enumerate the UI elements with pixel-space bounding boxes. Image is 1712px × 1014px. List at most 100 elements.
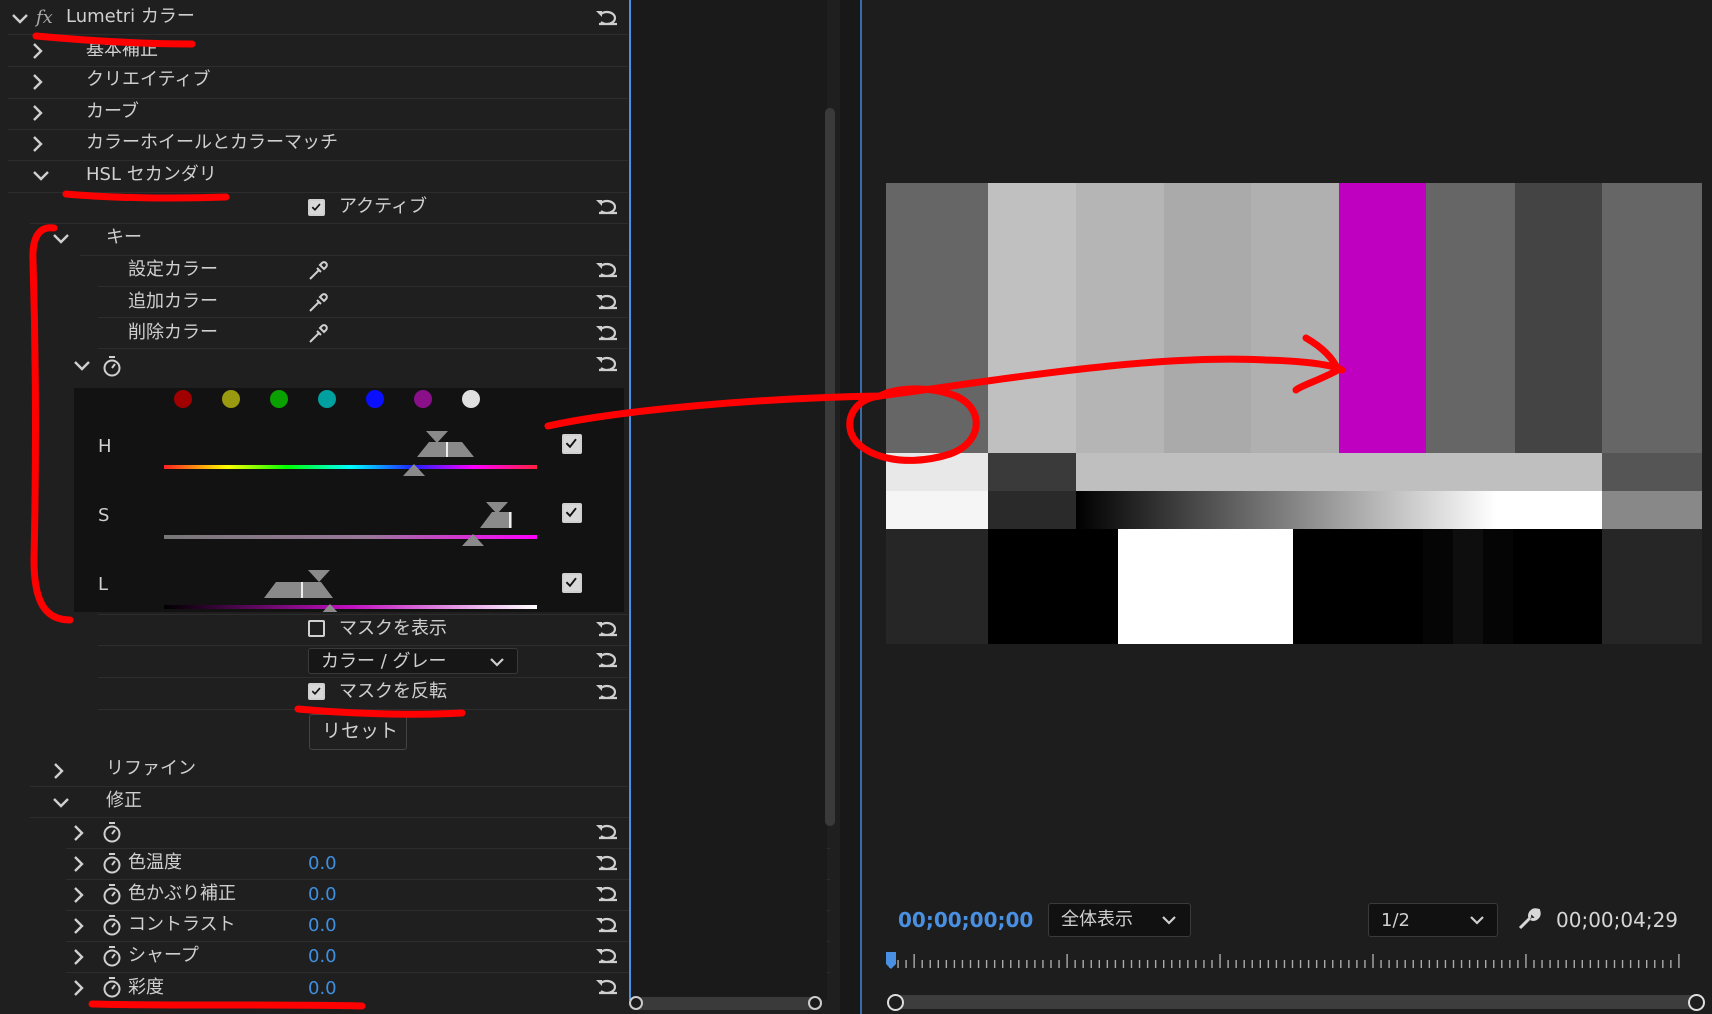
reset-icon[interactable] — [593, 853, 623, 875]
reset-icon[interactable] — [593, 323, 623, 345]
chevron-down-icon — [1470, 916, 1484, 925]
stopwatch-icon[interactable] — [101, 975, 123, 999]
wrench-icon[interactable] — [1516, 906, 1542, 932]
chevron-right-icon[interactable] — [27, 102, 49, 124]
chevron-right-icon[interactable] — [27, 40, 49, 62]
invert-mask-label: マスクを反転 — [339, 681, 447, 702]
section-correction[interactable]: 修正 — [106, 789, 142, 813]
vertical-scrollbar[interactable] — [825, 108, 835, 826]
active-label: アクティブ — [339, 196, 428, 217]
color-swatch[interactable] — [366, 390, 384, 408]
stopwatch-icon[interactable] — [101, 851, 123, 875]
eyedropper-icon[interactable] — [306, 259, 330, 283]
program-monitor: 00;00;00;00 全体表示 1/2 00;00;04;29 — [862, 0, 1712, 1014]
reset-icon[interactable] — [593, 619, 623, 641]
zoom-handle-right[interactable] — [808, 996, 822, 1010]
param-label: 彩度 — [128, 977, 164, 998]
section-refine[interactable]: リファイン — [106, 757, 196, 781]
add-color-label: 追加カラー — [128, 291, 218, 312]
lightness-track — [164, 605, 537, 609]
hue-track — [164, 465, 537, 469]
hue-label: H — [98, 436, 112, 457]
color-swatch[interactable] — [318, 390, 336, 408]
hsl-sliders[interactable] — [164, 418, 544, 612]
color-swatch[interactable] — [462, 390, 480, 408]
section-curves[interactable]: カーブ — [86, 100, 139, 124]
chevron-down-icon — [490, 658, 504, 667]
zoom-dropdown[interactable]: 全体表示 — [1048, 903, 1191, 937]
chevron-right-icon[interactable] — [48, 760, 70, 782]
chevron-right-icon[interactable] — [68, 884, 90, 906]
color-swatch[interactable] — [270, 390, 288, 408]
chevron-right-icon[interactable] — [68, 946, 90, 968]
reset-icon[interactable] — [593, 354, 623, 376]
reset-icon[interactable] — [593, 260, 623, 282]
reset-icon[interactable] — [593, 197, 623, 219]
chevron-right-icon[interactable] — [68, 853, 90, 875]
color-swatch[interactable] — [414, 390, 432, 408]
reset-icon[interactable] — [593, 977, 623, 999]
chevron-right-icon[interactable] — [68, 822, 90, 844]
mask-mode-dropdown[interactable]: カラー / グレー — [308, 648, 518, 674]
zoom-handle-left[interactable] — [629, 996, 643, 1010]
lightness-enable-checkbox[interactable] — [562, 573, 582, 593]
stopwatch-icon[interactable] — [101, 354, 123, 378]
hsl-range-panel: H S L — [74, 388, 624, 612]
section-wheels[interactable]: カラーホイールとカラーマッチ — [86, 131, 338, 155]
reset-icon[interactable] — [593, 8, 623, 30]
chevron-down-icon[interactable] — [30, 165, 52, 187]
chevron-down-icon[interactable] — [50, 228, 72, 250]
stopwatch-icon[interactable] — [101, 913, 123, 937]
eyedropper-minus-icon[interactable] — [306, 322, 330, 346]
param-label: コントラスト — [128, 914, 236, 935]
section-creative[interactable]: クリエイティブ — [86, 68, 211, 92]
hue-enable-checkbox[interactable] — [562, 434, 582, 454]
eyedropper-plus-icon[interactable] — [306, 291, 330, 315]
section-basic[interactable]: 基本補正 — [86, 38, 158, 62]
reset-icon[interactable] — [593, 650, 623, 672]
timeline-zoom-bar[interactable] — [632, 997, 822, 1010]
chevron-down-icon — [1162, 916, 1176, 925]
stopwatch-icon[interactable] — [101, 882, 123, 906]
param-value[interactable]: 0.0 — [308, 852, 337, 876]
chevron-down-icon[interactable] — [50, 792, 72, 814]
chevron-right-icon[interactable] — [68, 915, 90, 937]
show-mask-checkbox[interactable] — [308, 620, 325, 637]
param-value[interactable]: 0.0 — [308, 914, 337, 938]
effect-title: Lumetri カラー — [66, 6, 195, 27]
viewer-zoom-handle-left[interactable] — [887, 994, 904, 1011]
active-checkbox[interactable] — [308, 199, 325, 216]
fx-icon: fx — [36, 7, 53, 28]
param-value[interactable]: 0.0 — [308, 883, 337, 907]
invert-mask-checkbox[interactable] — [308, 683, 325, 700]
key-title[interactable]: キー — [106, 226, 142, 250]
viewer-zoom-handle-right[interactable] — [1688, 994, 1705, 1011]
color-swatch[interactable] — [222, 390, 240, 408]
chevron-down-icon[interactable] — [9, 8, 31, 30]
reset-icon[interactable] — [593, 946, 623, 968]
viewer-zoom-bar[interactable] — [894, 995, 1699, 1009]
stopwatch-icon[interactable] — [101, 944, 123, 968]
chevron-right-icon[interactable] — [27, 71, 49, 93]
reset-icon[interactable] — [593, 292, 623, 314]
reset-button[interactable]: リセット — [309, 714, 407, 750]
resolution-dropdown[interactable]: 1/2 — [1368, 903, 1498, 937]
reset-icon[interactable] — [593, 884, 623, 906]
param-label: シャープ — [128, 945, 199, 966]
panel-divider[interactable] — [840, 0, 862, 1014]
current-timecode[interactable]: 00;00;00;00 — [898, 908, 1033, 932]
video-frame-color-bars — [886, 183, 1702, 644]
param-value[interactable]: 0.0 — [308, 977, 337, 1001]
reset-icon[interactable] — [593, 915, 623, 937]
section-hsl[interactable]: HSL セカンダリ — [86, 163, 217, 187]
saturation-enable-checkbox[interactable] — [562, 503, 582, 523]
stopwatch-icon[interactable] — [101, 820, 123, 844]
time-ruler[interactable] — [886, 950, 1686, 974]
reset-icon[interactable] — [593, 822, 623, 844]
chevron-right-icon[interactable] — [27, 133, 49, 155]
chevron-down-icon[interactable] — [71, 355, 93, 377]
reset-icon[interactable] — [593, 682, 623, 704]
color-swatch[interactable] — [174, 390, 192, 408]
param-value[interactable]: 0.0 — [308, 945, 337, 969]
chevron-right-icon[interactable] — [68, 977, 90, 999]
